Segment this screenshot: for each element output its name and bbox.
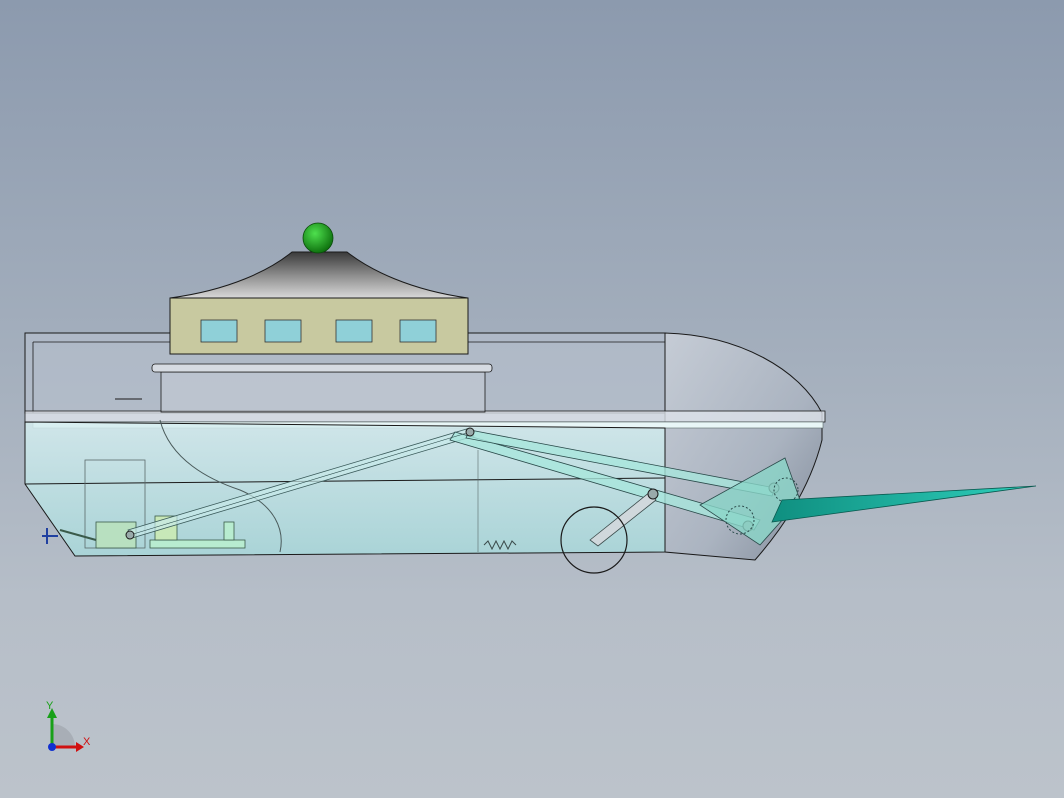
bow-blade[interactable] (771, 485, 1037, 523)
deck-window-3 (335, 319, 373, 343)
deck-window-4 (399, 319, 437, 343)
deck-window-1 (200, 319, 238, 343)
triad-quarter-disc (52, 724, 75, 747)
triad-y-label: Y (46, 700, 54, 712)
triad-x-label: X (83, 736, 91, 748)
cad-viewport[interactable] (0, 0, 1064, 798)
dome-roof[interactable] (169, 251, 469, 299)
stern-propeller[interactable] (42, 528, 58, 544)
axis-triad (47, 708, 84, 752)
triad-z-axis (48, 743, 56, 751)
beacon-sphere[interactable] (302, 222, 334, 254)
deck-window-2 (264, 319, 302, 343)
mast-pedestal (151, 363, 493, 413)
deck-house[interactable] (169, 297, 469, 355)
